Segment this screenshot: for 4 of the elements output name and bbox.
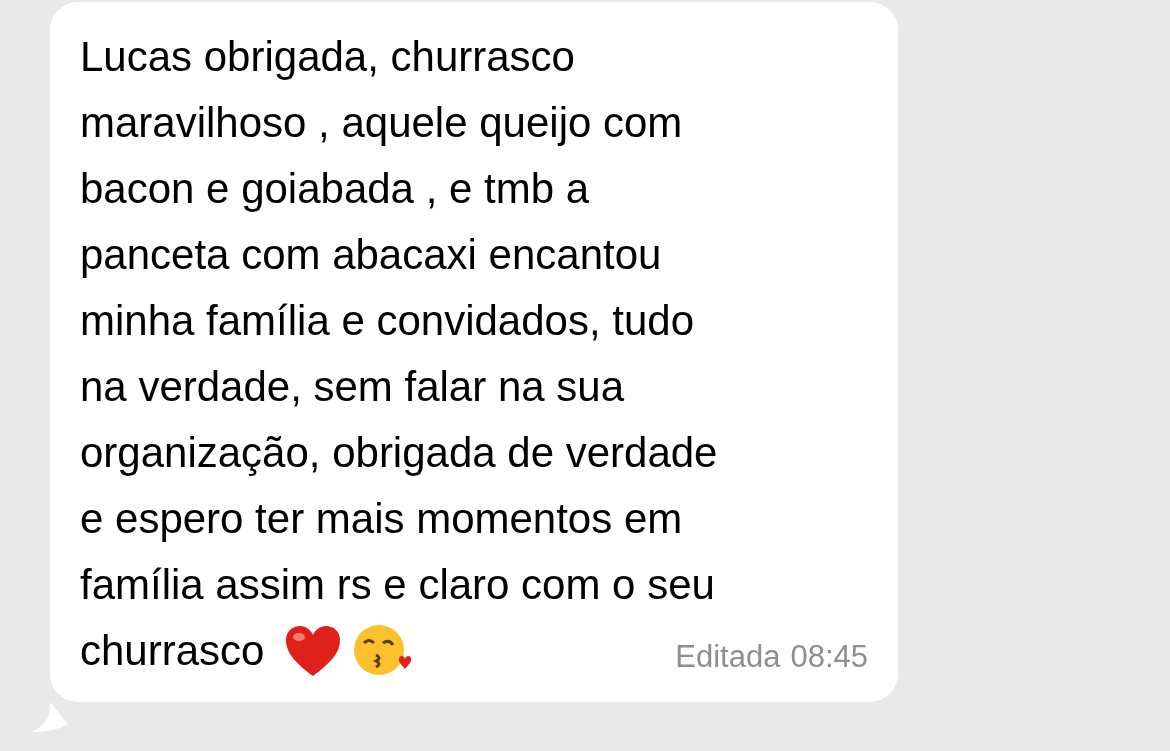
- message-text: churrasco: [80, 626, 265, 676]
- message-time: 08:45: [790, 637, 868, 676]
- heart-icon: [284, 624, 343, 678]
- edited-label: Editada: [675, 637, 781, 676]
